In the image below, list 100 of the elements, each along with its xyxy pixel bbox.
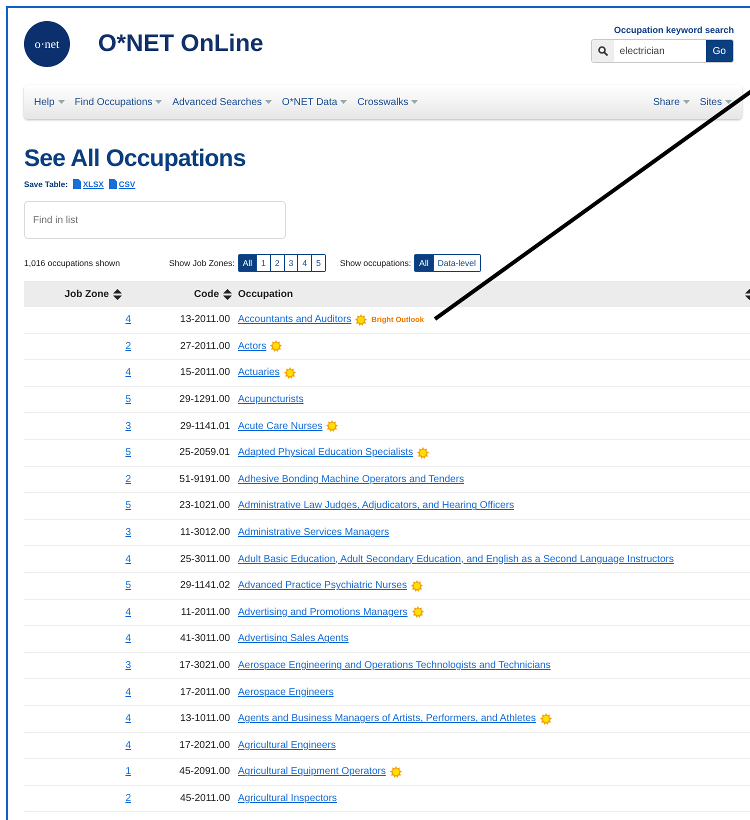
job-zone-link[interactable]: 4 xyxy=(125,713,131,724)
page-title: See All Occupations xyxy=(24,145,247,173)
job-zone-link[interactable]: 4 xyxy=(125,367,131,378)
sun-icon xyxy=(412,606,424,618)
column-header[interactable]: Job Zone xyxy=(64,288,109,300)
download-link[interactable]: XLSX xyxy=(82,180,104,188)
occupation-toggle[interactable]: All xyxy=(415,255,433,271)
caret-icon xyxy=(264,100,272,104)
occupation-link[interactable]: Agents and Business Managers of Artists, Performers, and Athletes xyxy=(238,713,536,724)
zone-toggle[interactable]: 5 xyxy=(311,255,325,271)
download-link[interactable]: CSV xyxy=(118,180,136,188)
job-zone-link[interactable]: 5 xyxy=(125,394,131,406)
job-zone-link[interactable]: 2 xyxy=(125,792,131,804)
code-cell: 13-2011.00 xyxy=(180,314,230,326)
search-label: Occupation keyword search xyxy=(614,25,734,35)
occupation-link[interactable]: Acupuncturists xyxy=(238,394,304,406)
code-cell: 11-2011.00 xyxy=(180,606,230,618)
occupation-link[interactable]: Agricultural Inspectors xyxy=(238,792,337,804)
job-zone-link[interactable]: 1 xyxy=(125,766,131,778)
job-zone-link[interactable]: 3 xyxy=(125,527,131,538)
job-zone-link[interactable]: 4 xyxy=(125,554,131,565)
code-cell: 25-2059.01 xyxy=(179,447,230,458)
occupation-link[interactable]: Adapted Physical Education Specialists xyxy=(238,447,414,458)
sun-icon xyxy=(390,766,402,778)
filter-label: Show Job Zones: xyxy=(169,258,235,268)
sort-icon[interactable] xyxy=(113,288,122,300)
caret-icon xyxy=(58,100,65,104)
job-zone-link[interactable]: 3 xyxy=(125,660,131,672)
sun-icon xyxy=(540,712,552,725)
count-text: 1,016 occupations shown xyxy=(24,258,121,268)
code-cell: 51-9191.00 xyxy=(179,474,230,485)
code-cell: 27-2011.00 xyxy=(180,340,230,352)
job-zone-link[interactable]: 4 xyxy=(125,633,131,644)
go-button[interactable]: Go xyxy=(706,40,733,62)
caret-icon xyxy=(682,100,690,104)
column-header[interactable]: Occupation xyxy=(238,288,294,300)
job-zone-link[interactable]: 4 xyxy=(125,740,131,751)
job-zone-link[interactable]: 2 xyxy=(125,474,131,485)
code-cell: 25-3011.00 xyxy=(180,554,230,565)
nav-menu[interactable]: Share xyxy=(653,96,690,108)
code-cell: 45-2011.00 xyxy=(180,792,230,804)
occupation-link[interactable]: Acute Care Nurses xyxy=(238,420,322,432)
code-cell: 15-2011.00 xyxy=(180,367,230,378)
code-cell: 17-2011.00 xyxy=(180,686,230,698)
code-cell: 29-1141.02 xyxy=(180,580,230,592)
occupation-link[interactable]: Aerospace Engineers xyxy=(238,686,334,698)
nav-menu[interactable]: Crosswalks xyxy=(357,96,418,108)
code-cell: 17-2021.00 xyxy=(179,740,230,751)
file-icon xyxy=(108,179,117,189)
nav-menu[interactable]: O*NET Data xyxy=(282,96,348,108)
sun-icon xyxy=(326,420,338,432)
nav-menu[interactable]: Advanced Searches xyxy=(172,96,272,108)
occupation-link[interactable]: Agricultural Equipment Operators xyxy=(238,766,386,778)
sort-icon[interactable] xyxy=(223,288,232,300)
occupation-link[interactable]: Aerospace Engineering and Operations Technologists and Technicians xyxy=(238,660,551,672)
job-zone-link[interactable]: 5 xyxy=(125,447,131,458)
code-cell: 17-3021.00 xyxy=(179,660,230,672)
code-cell: 41-3011.00 xyxy=(180,633,230,644)
job-zone-link[interactable]: 5 xyxy=(125,580,131,592)
file-icon xyxy=(72,179,81,189)
sun-icon xyxy=(270,340,282,352)
zone-toggle[interactable]: All xyxy=(238,255,256,271)
code-cell: 29-1141.01 xyxy=(180,420,230,432)
job-zone-link[interactable]: 2 xyxy=(125,340,131,352)
occupation-link[interactable]: Accountants and Auditors xyxy=(238,314,352,326)
occupation-link[interactable]: Advertising Sales Agents xyxy=(238,633,349,644)
sun-icon xyxy=(417,446,430,459)
nav-menu[interactable]: Help xyxy=(34,96,65,108)
occupation-link[interactable]: Administrative Services Managers xyxy=(238,527,390,538)
occupation-link[interactable]: Agricultural Engineers xyxy=(238,740,336,751)
code-cell: 11-3012.00 xyxy=(180,527,230,538)
sun-icon xyxy=(410,580,423,592)
job-zone-link[interactable]: 3 xyxy=(125,420,131,432)
sun-icon xyxy=(355,314,368,326)
code-cell: 13-1011.00 xyxy=(180,713,230,724)
column-header[interactable]: Code xyxy=(194,288,219,300)
search-icon xyxy=(598,46,608,56)
job-zone-link[interactable]: 5 xyxy=(125,500,131,512)
job-zone-link[interactable]: 4 xyxy=(125,686,131,698)
code-cell: 23-1021.00 xyxy=(179,500,230,512)
find-field[interactable]: Find in list xyxy=(24,201,286,239)
caret-icon xyxy=(411,100,418,104)
job-zone-link[interactable]: 4 xyxy=(125,606,131,618)
occupation-link[interactable]: Actuaries xyxy=(238,367,280,378)
occupation-link[interactable]: Administrative Law Judges, Adjudicators, and Hearing Officers xyxy=(238,500,514,512)
onet-logo[interactable]: o·net xyxy=(24,21,70,67)
caret-icon xyxy=(340,100,348,104)
save-label: Save Table: xyxy=(24,180,68,188)
occupation-toggle[interactable]: Data-level xyxy=(432,255,480,271)
occupation-link[interactable]: Actors xyxy=(238,340,266,352)
site-title: O*NET OnLine xyxy=(98,30,264,58)
nav-menu[interactable]: Sites xyxy=(700,96,732,108)
occupation-link[interactable]: Advanced Practice Psychiatric Nurses xyxy=(238,580,407,592)
occupation-link[interactable]: Adult Basic Education, Adult Secondary Education, and English as a Second Language Instructors xyxy=(238,554,674,565)
nav-menu[interactable]: Find Occupations xyxy=(74,96,162,108)
code-cell: 45-2091.00 xyxy=(179,766,230,778)
occupation-link[interactable]: Advertising and Promotions Managers xyxy=(238,606,408,618)
occupation-link[interactable]: Adhesive Bonding Machine Operators and Tenders xyxy=(238,474,464,485)
search-field[interactable]: electrician Go xyxy=(590,39,734,63)
job-zone-link[interactable]: 4 xyxy=(125,314,131,326)
